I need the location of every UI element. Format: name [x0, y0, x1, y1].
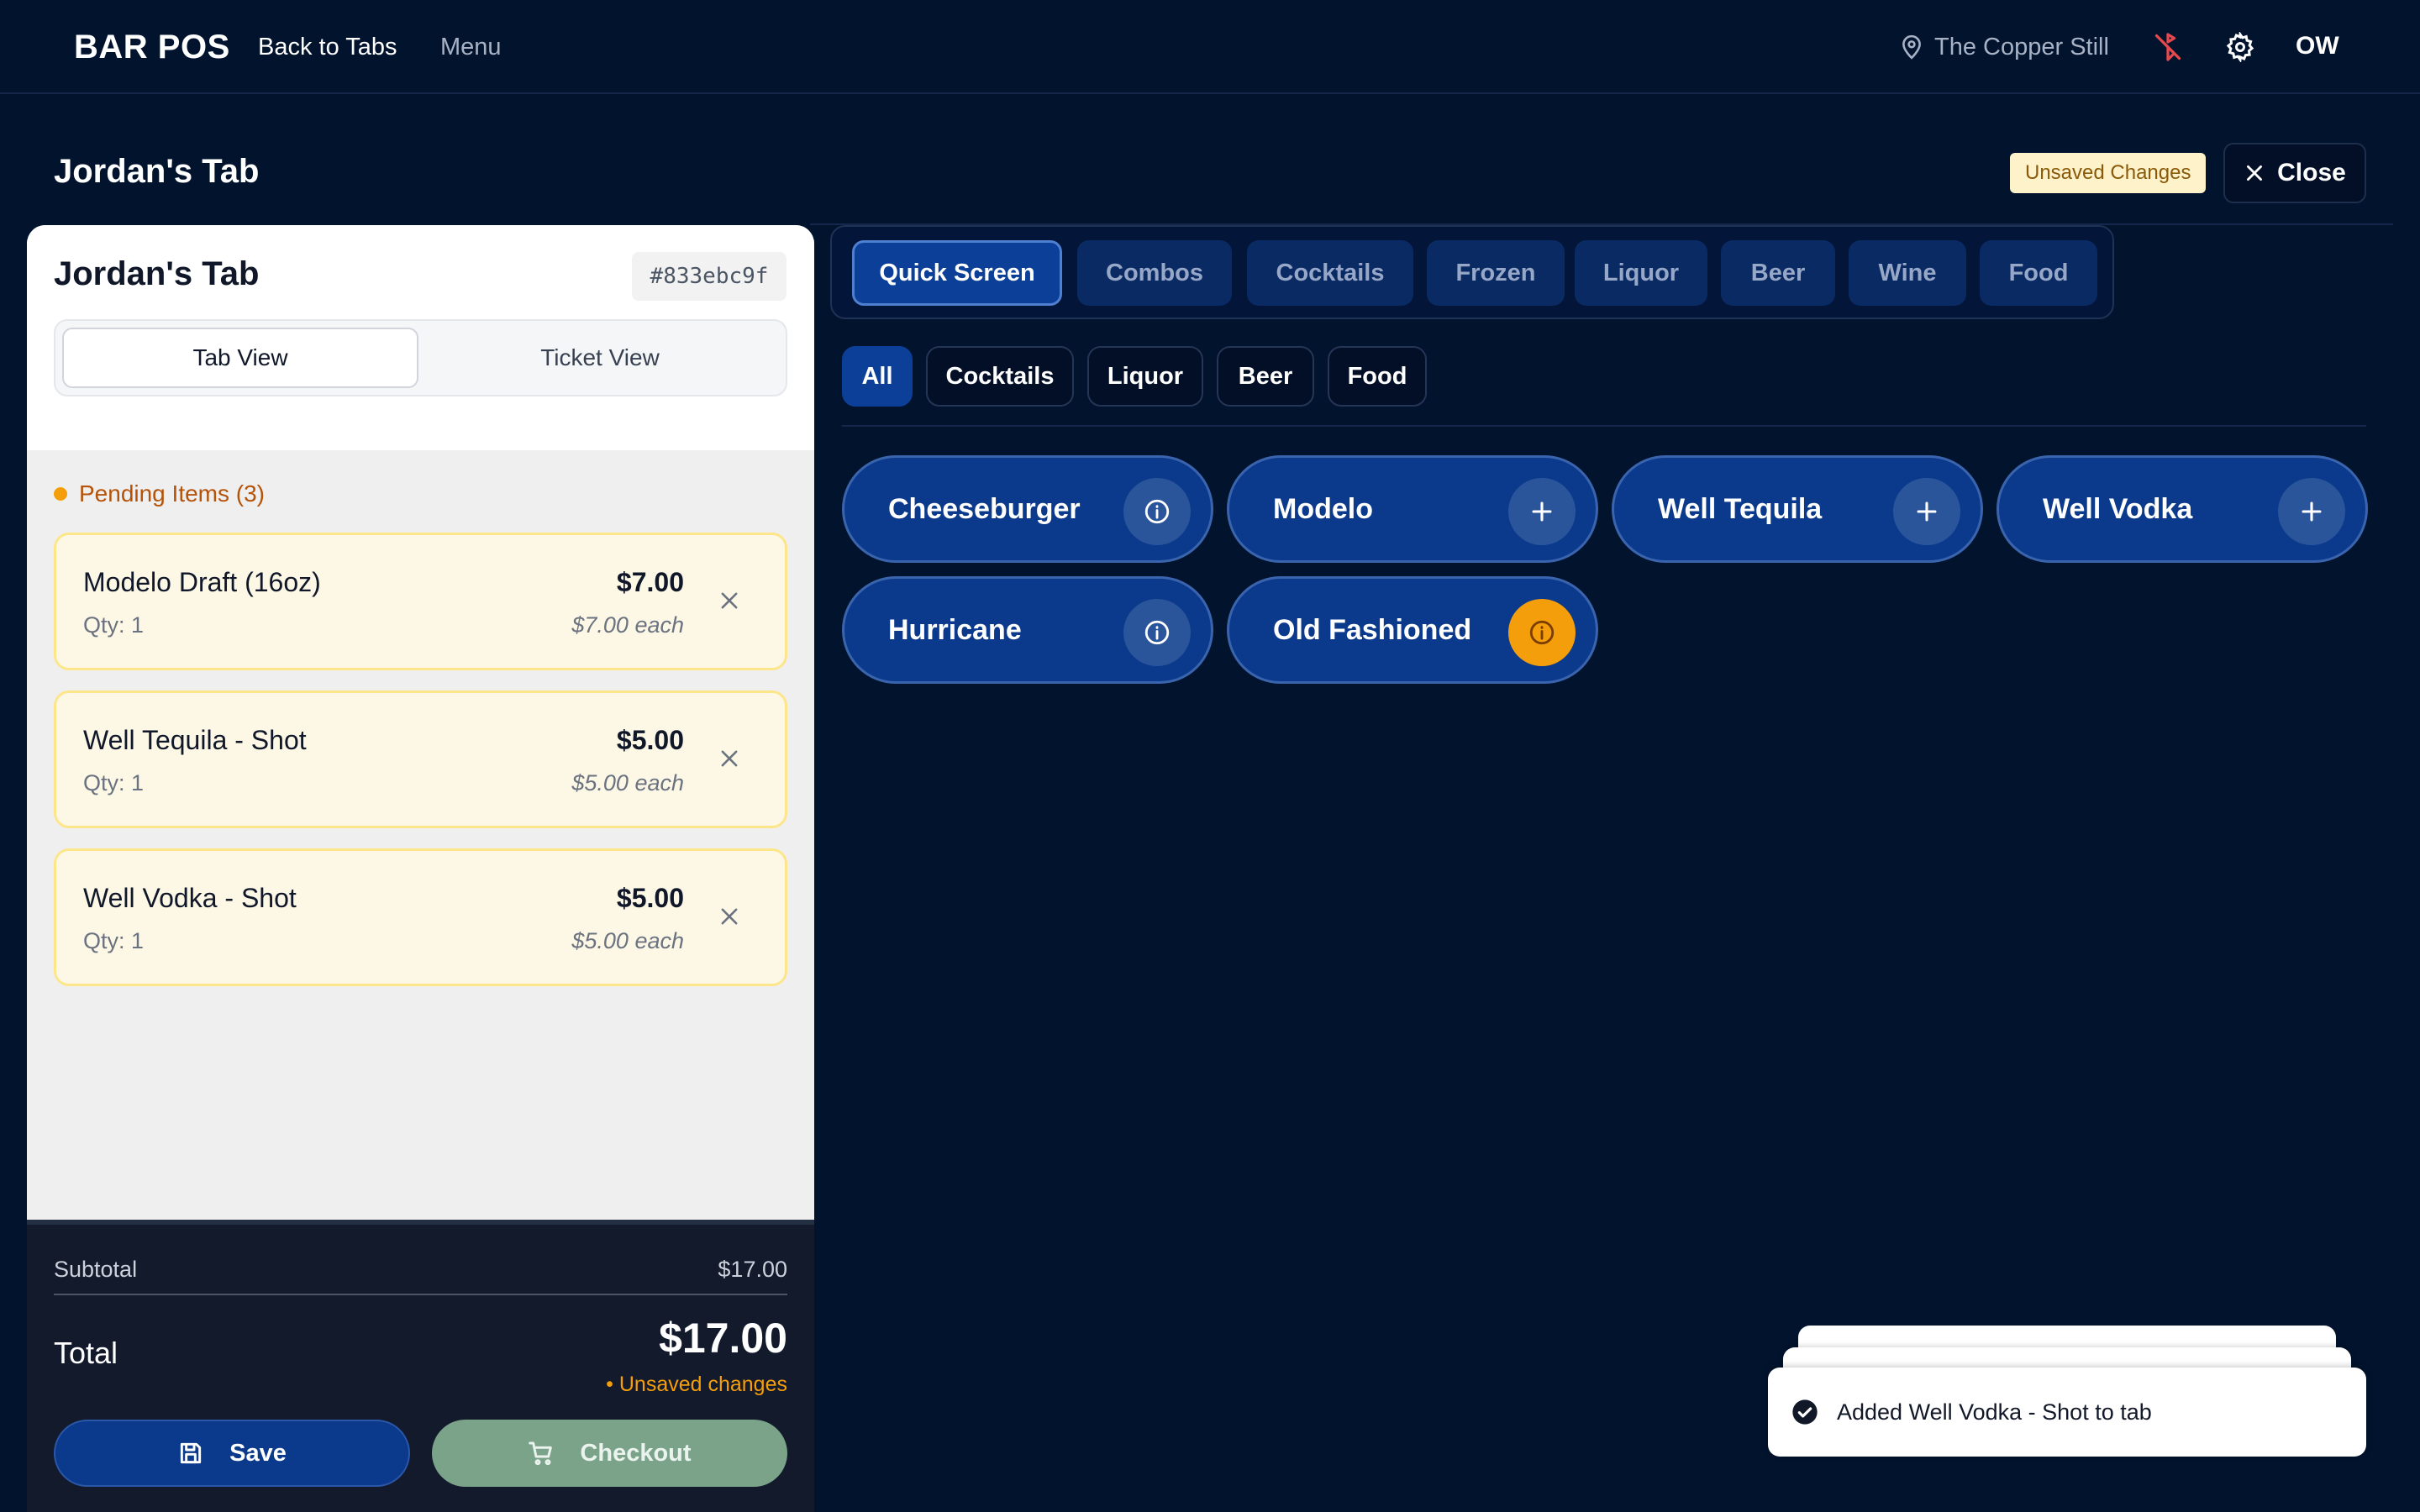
product-info-button[interactable] [1123, 478, 1191, 545]
total-label: Total [54, 1336, 118, 1370]
product-name: Modelo [1273, 493, 1373, 525]
filter-chip-cocktails[interactable]: Cocktails [926, 346, 1074, 407]
pending-item[interactable]: Well Vodka - Shot Qty: 1 $5.00 $5.00 eac… [54, 848, 787, 986]
plus-icon [1917, 501, 1937, 522]
product-info-button[interactable] [1123, 599, 1191, 666]
category-tab-liquor[interactable]: Liquor [1575, 240, 1707, 306]
pending-items-header: Pending Items (3) [54, 480, 265, 507]
product-info-button[interactable] [1508, 599, 1576, 666]
close-icon [2247, 165, 2263, 181]
tab-view-button[interactable]: Tab View [62, 328, 418, 388]
divider [842, 425, 2366, 427]
pending-item[interactable]: Modelo Draft (16oz) Qty: 1 $7.00 $7.00 e… [54, 533, 787, 670]
close-label: Close [2277, 159, 2346, 186]
product-button-modelo[interactable]: Modelo [1227, 455, 1598, 563]
product-name: Well Vodka [2043, 493, 2193, 525]
view-toggle: Tab View Ticket View [54, 319, 787, 396]
item-price: $7.00 [616, 567, 684, 597]
toast-message: Added Well Vodka - Shot to tab [1837, 1399, 2152, 1425]
item-qty: Qty: 1 [83, 928, 145, 953]
remove-item-icon[interactable] [718, 905, 741, 928]
category-bar: Quick Screen Combos Cocktails Frozen Liq… [830, 225, 2114, 319]
remove-item-icon[interactable] [718, 589, 741, 612]
totals-panel: Subtotal $17.00 Total $17.00 • Unsaved c… [27, 1220, 814, 1512]
location-name: The Copper Still [1934, 33, 2109, 60]
category-tab-frozen[interactable]: Frozen [1427, 240, 1565, 306]
product-button-cheeseburger[interactable]: Cheeseburger [842, 455, 1213, 563]
info-icon [1144, 620, 1170, 645]
subtotal-label: Subtotal [54, 1257, 138, 1282]
category-tab-cocktails[interactable]: Cocktails [1247, 240, 1413, 306]
category-tab-combos[interactable]: Combos [1077, 240, 1232, 306]
product-add-button[interactable] [1508, 478, 1576, 545]
category-tab-beer[interactable]: Beer [1721, 240, 1835, 306]
tab-name: Jordan's Tab [54, 255, 260, 292]
cart-icon [529, 1441, 553, 1466]
info-icon [1529, 620, 1555, 645]
app-brand: BAR POS [74, 29, 230, 66]
product-button-well-tequila[interactable]: Well Tequila [1612, 455, 1983, 563]
product-name: Hurricane [888, 614, 1022, 646]
map-pin-icon [1902, 34, 1921, 60]
item-qty: Qty: 1 [83, 612, 145, 638]
plus-icon [2302, 501, 2322, 522]
save-button[interactable]: Save [54, 1420, 410, 1487]
pending-item[interactable]: Well Tequila - Shot Qty: 1 $5.00 $5.00 e… [54, 690, 787, 828]
item-price: $5.00 [616, 883, 684, 913]
category-tab-food[interactable]: Food [1980, 240, 2097, 306]
checkout-button[interactable]: Checkout [432, 1420, 787, 1487]
plus-icon [1532, 501, 1552, 522]
product-add-button[interactable] [1893, 478, 1960, 545]
filter-chip-beer[interactable]: Beer [1217, 346, 1314, 407]
remove-item-icon[interactable] [718, 747, 741, 770]
page-title: Jordan's Tab [54, 153, 260, 190]
category-tab-quick-screen[interactable]: Quick Screen [852, 240, 1062, 306]
product-button-hurricane[interactable]: Hurricane [842, 576, 1213, 684]
category-tab-wine[interactable]: Wine [1849, 240, 1966, 306]
item-qty: Qty: 1 [83, 770, 145, 795]
ticket-view-button[interactable]: Ticket View [422, 328, 778, 388]
item-unit-price: $7.00 each [571, 612, 684, 638]
tab-header: Jordan's Tab #833ebc9f Tab View Ticket V… [27, 225, 814, 450]
subtotal-value: $17.00 [718, 1257, 787, 1282]
product-add-button[interactable] [2278, 478, 2345, 545]
toast-notification[interactable]: Added Well Vodka - Shot to tab [1768, 1368, 2366, 1457]
item-name: Modelo Draft (16oz) [83, 567, 321, 597]
info-icon [1144, 499, 1170, 524]
item-name: Well Vodka - Shot [83, 883, 297, 913]
back-to-tabs-link[interactable]: Back to Tabs [258, 34, 397, 61]
user-avatar[interactable]: OW [2296, 32, 2339, 60]
filter-chip-all[interactable]: All [842, 346, 913, 407]
close-button[interactable]: Close [2223, 143, 2366, 203]
save-label: Save [229, 1439, 287, 1467]
product-button-old-fashioned[interactable]: Old Fashioned [1227, 576, 1598, 684]
total-value: $17.00 [659, 1315, 787, 1362]
menu-link[interactable]: Menu [440, 34, 502, 61]
check-circle-icon [1792, 1399, 1818, 1425]
product-name: Old Fashioned [1273, 614, 1472, 646]
item-name: Well Tequila - Shot [83, 725, 307, 755]
product-button-well-vodka[interactable]: Well Vodka [1996, 455, 2368, 563]
filter-chip-food[interactable]: Food [1328, 346, 1427, 407]
checkout-label: Checkout [580, 1439, 692, 1467]
item-unit-price: $5.00 each [571, 928, 684, 953]
bluetooth-off-icon[interactable] [2153, 32, 2183, 62]
save-icon [180, 1442, 202, 1464]
item-unit-price: $5.00 each [571, 770, 684, 795]
product-name: Well Tequila [1658, 493, 1823, 525]
top-nav: BAR POS Back to Tabs Menu The Copper Sti… [0, 0, 2420, 94]
filter-chip-liquor[interactable]: Liquor [1087, 346, 1203, 407]
pending-dot-icon [54, 487, 67, 501]
location-indicator[interactable]: The Copper Still [1901, 32, 2109, 62]
unsaved-changes-badge: Unsaved Changes [2010, 153, 2207, 193]
unsaved-changes-note: • Unsaved changes [606, 1373, 787, 1396]
product-name: Cheeseburger [888, 493, 1081, 525]
divider [54, 1294, 787, 1295]
gear-icon[interactable] [2225, 32, 2255, 62]
pending-items-label: Pending Items (3) [79, 480, 265, 507]
item-price: $5.00 [616, 725, 684, 755]
tab-id: #833ebc9f [632, 252, 786, 301]
